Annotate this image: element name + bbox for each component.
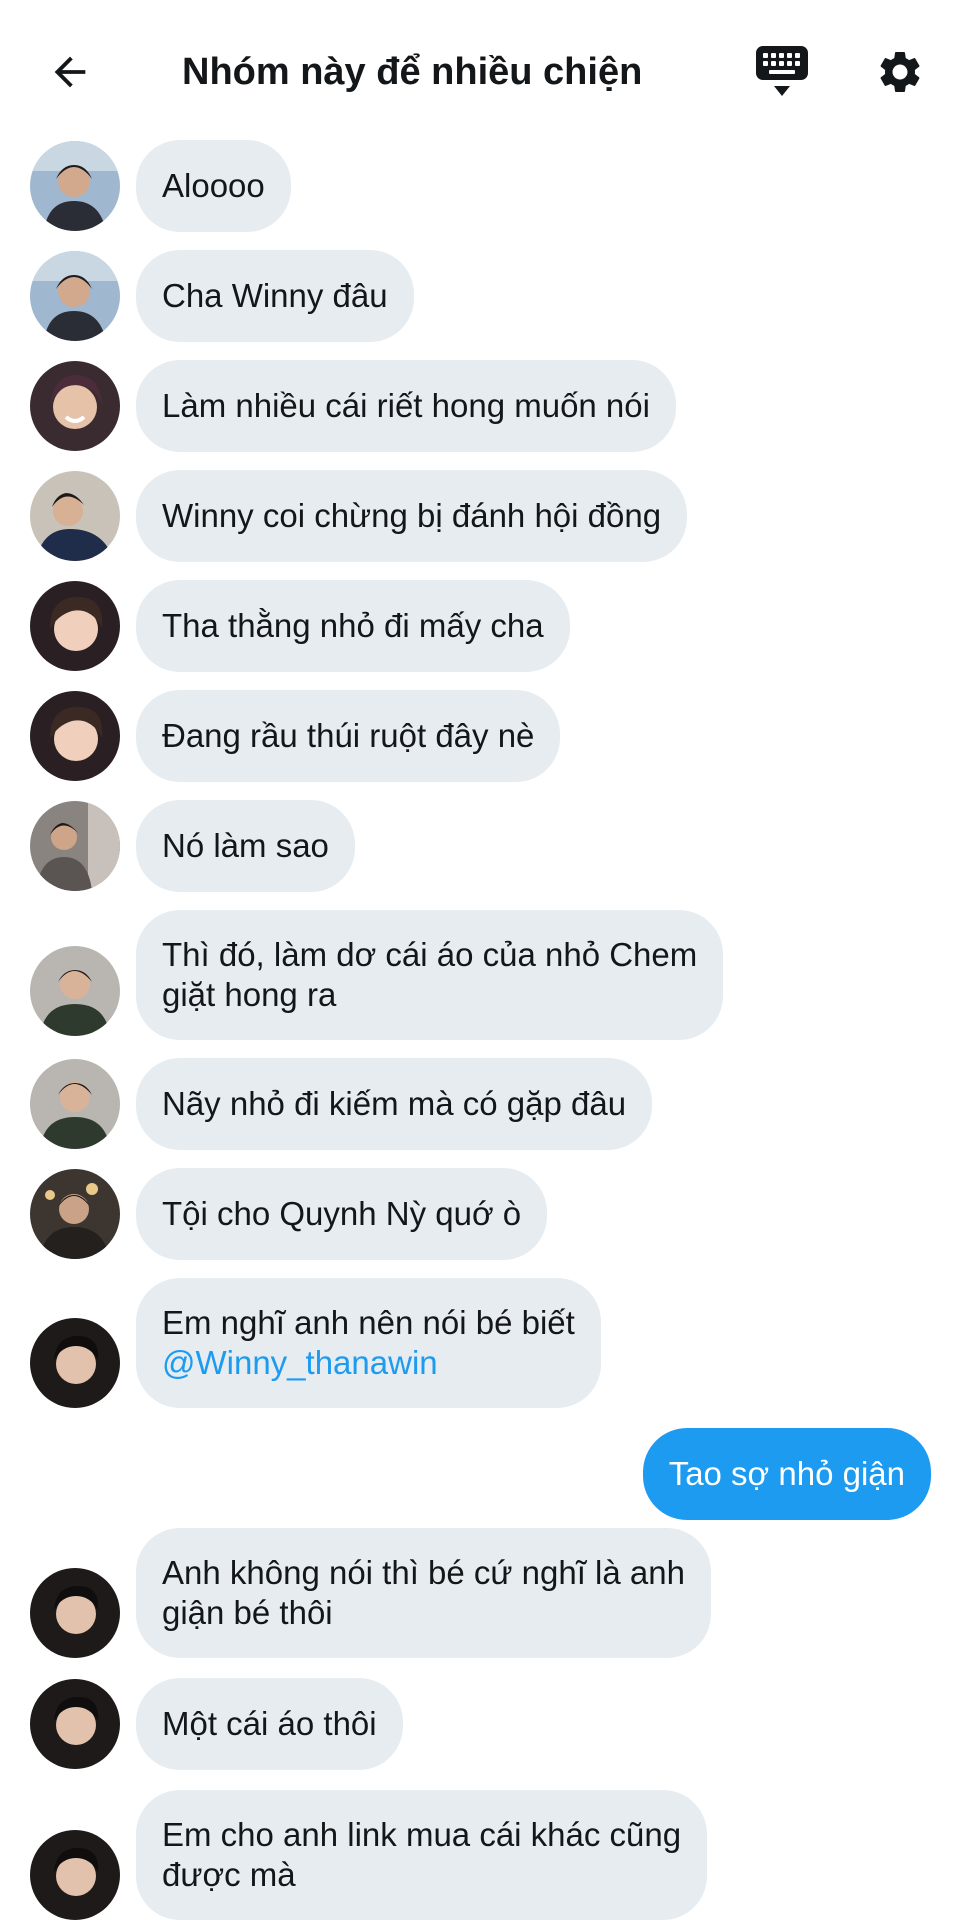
message-bubble[interactable]: Cha Winny đâu: [136, 250, 414, 342]
avatar[interactable]: [30, 1318, 120, 1408]
message-bubble[interactable]: Một cái áo thôi: [136, 1678, 403, 1770]
chat-header: Nhóm này để nhiều chiện: [0, 0, 957, 138]
avatar[interactable]: [30, 946, 120, 1036]
message-text: Tha thằng nhỏ đi mấy cha: [162, 607, 544, 644]
message-row: Aloooo: [0, 140, 957, 232]
message-bubble[interactable]: Em nghĩ anh nên nói bé biết @Winny_thana…: [136, 1278, 601, 1408]
message-row: Winny coi chừng bị đánh hội đồng: [0, 470, 957, 562]
message-row: Thì đó, làm dơ cái áo của nhỏ Chem giặt …: [0, 910, 957, 1040]
message-bubble[interactable]: Đang rầu thúi ruột đây nè: [136, 690, 561, 782]
message-text: giận bé thôi: [162, 1594, 333, 1631]
avatar[interactable]: [30, 581, 120, 671]
page-title: Nhóm này để nhiều chiện: [182, 51, 643, 93]
message-text: Thì đó, làm dơ cái áo của nhỏ Chem: [162, 936, 698, 973]
avatar[interactable]: [30, 141, 120, 231]
message-bubble[interactable]: Thì đó, làm dơ cái áo của nhỏ Chem giặt …: [136, 910, 724, 1040]
message-text: Làm nhiều cái riết hong muốn nói: [162, 387, 650, 424]
message-bubble[interactable]: Aloooo: [136, 140, 291, 232]
message-row: Làm nhiều cái riết hong muốn nói: [0, 360, 957, 452]
message-bubble[interactable]: Winny coi chừng bị đánh hội đồng: [136, 470, 688, 562]
message-row: Một cái áo thôi: [0, 1678, 957, 1770]
mention-link[interactable]: @Winny_thanawin: [162, 1343, 575, 1383]
avatar[interactable]: [30, 1169, 120, 1259]
message-row: Nó làm sao: [0, 800, 957, 892]
keyboard-icon: [756, 46, 808, 96]
avatar[interactable]: [30, 251, 120, 341]
message-text: Winny coi chừng bị đánh hội đồng: [162, 497, 662, 534]
message-bubble[interactable]: Nó làm sao: [136, 800, 355, 892]
message-bubble[interactable]: Tội cho Quynh Nỳ quớ ò: [136, 1168, 548, 1260]
message-row: Tha thằng nhỏ đi mấy cha: [0, 580, 957, 672]
avatar[interactable]: [30, 1568, 120, 1658]
message-row: Em cho anh link mua cái khác cũng được m…: [0, 1790, 957, 1920]
avatar[interactable]: [30, 471, 120, 561]
message-text: Tội cho Quynh Nỳ quớ ò: [162, 1195, 522, 1232]
message-text: Nó làm sao: [162, 827, 329, 864]
message-bubble[interactable]: Anh không nói thì bé cứ nghĩ là anh giận…: [136, 1528, 711, 1658]
message-text: Em cho anh link mua cái khác cũng: [162, 1816, 682, 1853]
message-text: Đang rầu thúi ruột đây nè: [162, 717, 535, 754]
avatar[interactable]: [30, 1830, 120, 1920]
message-text: Em nghĩ anh nên nói bé biết: [162, 1304, 575, 1341]
avatar[interactable]: [30, 691, 120, 781]
message-row: Nãy nhỏ đi kiếm mà có gặp đâu: [0, 1058, 957, 1150]
message-text: Nãy nhỏ đi kiếm mà có gặp đâu: [162, 1085, 627, 1122]
message-bubble[interactable]: Tha thằng nhỏ đi mấy cha: [136, 580, 570, 672]
keyboard-button[interactable]: [752, 42, 812, 102]
avatar[interactable]: [30, 361, 120, 451]
avatar[interactable]: [30, 801, 120, 891]
message-row: Đang rầu thúi ruột đây nè: [0, 690, 957, 782]
message-bubble[interactable]: Em cho anh link mua cái khác cũng được m…: [136, 1790, 708, 1920]
message-row: Anh không nói thì bé cứ nghĩ là anh giận…: [0, 1528, 957, 1658]
message-bubble[interactable]: Làm nhiều cái riết hong muốn nói: [136, 360, 676, 452]
message-row-own: Tao sợ nhỏ giận: [0, 1428, 957, 1520]
message-text: Anh không nói thì bé cứ nghĩ là anh: [162, 1554, 685, 1591]
arrow-left-icon: [54, 56, 86, 88]
message-text: Một cái áo thôi: [162, 1705, 377, 1742]
message-row: Em nghĩ anh nên nói bé biết @Winny_thana…: [0, 1278, 957, 1408]
message-bubble[interactable]: Nãy nhỏ đi kiếm mà có gặp đâu: [136, 1058, 653, 1150]
settings-button[interactable]: [872, 44, 928, 100]
message-row: Tội cho Quynh Nỳ quớ ò: [0, 1168, 957, 1260]
message-text: Tao sợ nhỏ giận: [668, 1455, 905, 1492]
avatar[interactable]: [30, 1059, 120, 1149]
gear-icon: [880, 51, 920, 92]
message-text: được mà: [162, 1856, 296, 1893]
avatar[interactable]: [30, 1679, 120, 1769]
message-text: Aloooo: [162, 167, 265, 204]
own-message-bubble[interactable]: Tao sợ nhỏ giận: [642, 1428, 931, 1520]
back-button[interactable]: [42, 44, 98, 100]
message-text: Cha Winny đâu: [162, 277, 388, 314]
message-text: giặt hong ra: [162, 976, 337, 1013]
message-row: Cha Winny đâu: [0, 250, 957, 342]
